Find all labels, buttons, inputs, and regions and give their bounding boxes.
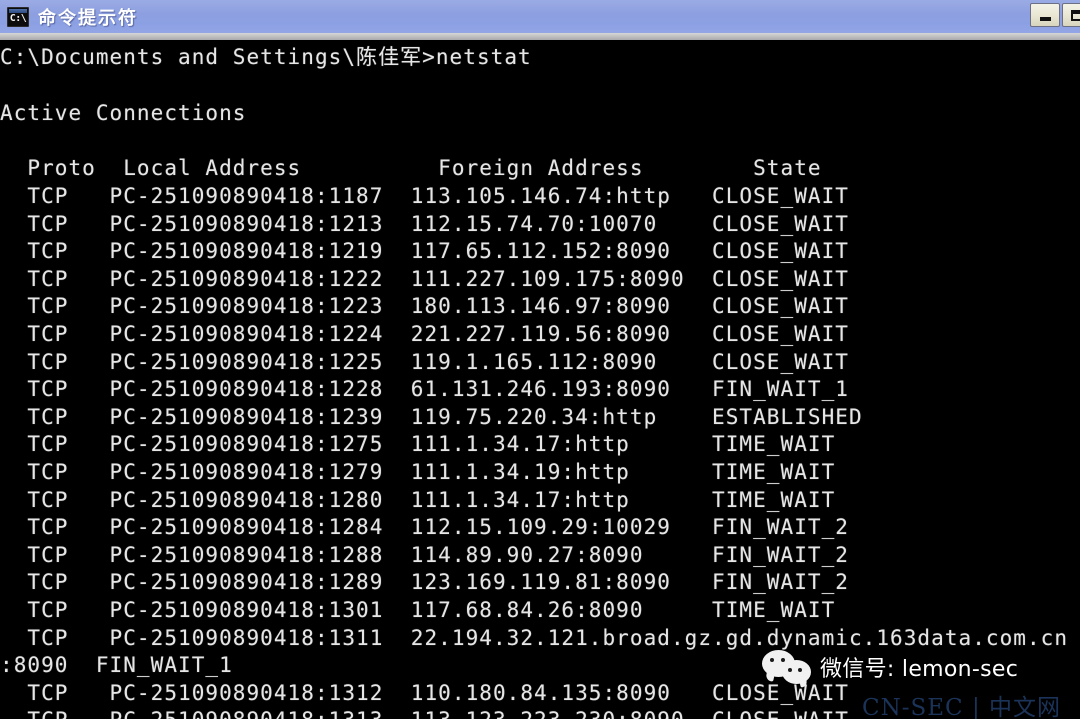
table-row: TCP PC-251090890418:1279 111.1.34.19:htt… [0,460,836,484]
table-row: TCP PC-251090890418:1289 123.169.119.81:… [0,570,849,594]
table-row: TCP PC-251090890418:1223 180.113.146.97:… [0,294,849,318]
table-header: Proto Local Address Foreign Address Stat… [0,156,822,180]
table-row-wrap: :8090 FIN_WAIT_1 [0,653,233,677]
minimize-icon [1039,16,1051,21]
console-output[interactable]: C:\Documents and Settings\陈佳军>netstat Ac… [0,40,1080,719]
table-row: TCP PC-251090890418:1275 111.1.34.17:htt… [0,432,836,456]
table-row: TCP PC-251090890418:1228 61.131.246.193:… [0,377,849,401]
table-row: TCP PC-251090890418:1288 114.89.90.27:80… [0,543,849,567]
table-row: TCP PC-251090890418:1222 111.227.109.175… [0,267,849,291]
maximize-icon [1070,9,1080,21]
table-row: TCP PC-251090890418:1313 113.123.223.230… [0,709,849,719]
table-row: TCP PC-251090890418:1219 117.65.112.152:… [0,239,849,263]
cmd-icon[interactable]: C:\ [7,6,29,27]
table-row: TCP PC-251090890418:1280 111.1.34.17:htt… [0,488,836,512]
section-title: Active Connections [0,101,247,125]
table-row: TCP PC-251090890418:1239 119.75.220.34:h… [0,405,863,429]
minimize-button[interactable] [1030,3,1060,27]
table-row: TCP PC-251090890418:1213 112.15.74.70:10… [0,212,849,236]
maximize-button[interactable] [1062,3,1080,27]
table-row: TCP PC-251090890418:1224 221.227.119.56:… [0,322,849,346]
table-row: TCP PC-251090890418:1312 110.180.84.135:… [0,681,849,705]
window-controls [1028,3,1080,27]
prompt-line: C:\Documents and Settings\陈佳军>netstat [0,45,532,69]
window-title: 命令提示符 [38,7,138,29]
window-titlebar[interactable]: C:\ 命令提示符 [0,0,1080,33]
cmd-icon-label: C:\ [9,13,27,24]
titlebar-underline [0,33,1080,40]
command-prompt-window: C:\ 命令提示符 C:\Documents and Settings\陈佳军>… [0,0,1080,719]
table-row: TCP PC-251090890418:1311 22.194.32.121.b… [0,626,1069,650]
table-row: TCP PC-251090890418:1284 112.15.109.29:1… [0,515,849,539]
table-row: TCP PC-251090890418:1225 119.1.165.112:8… [0,350,849,374]
table-row: TCP PC-251090890418:1187 113.105.146.74:… [0,184,849,208]
table-row: TCP PC-251090890418:1301 117.68.84.26:80… [0,598,836,622]
